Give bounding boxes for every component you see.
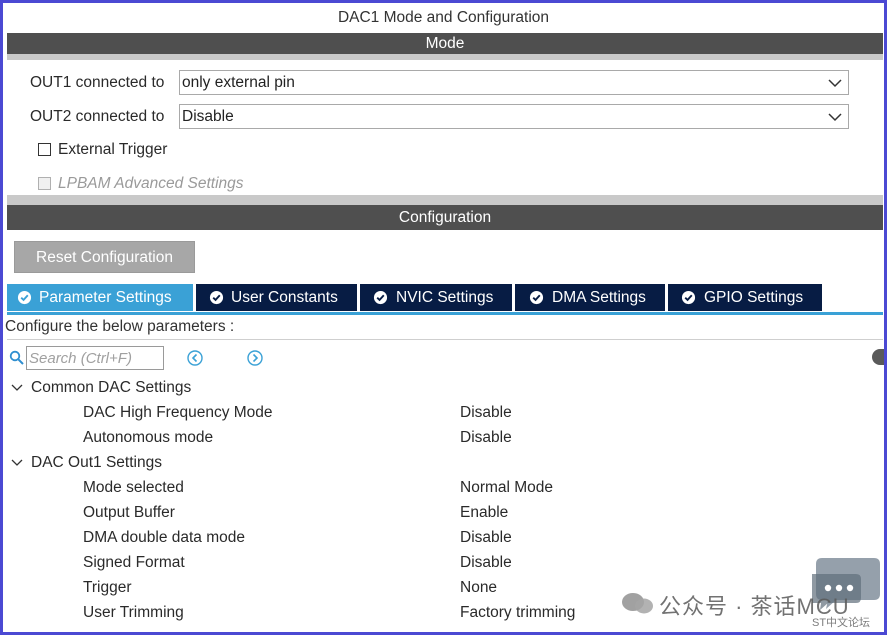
tab-label: User Constants <box>231 289 338 306</box>
tab-underline <box>7 312 883 315</box>
mode-section-header: Mode <box>7 33 883 54</box>
chevron-down-icon <box>828 79 842 88</box>
tab-parameter-settings[interactable]: Parameter Settings <box>7 284 193 311</box>
dac1-config-window: DAC1 Mode and Configuration Mode OUT1 co… <box>0 0 887 635</box>
check-circle-icon <box>373 290 388 305</box>
config-tabs: Parameter Settings User Constants NVIC S… <box>7 284 883 312</box>
out2-label: OUT2 connected to <box>30 108 165 125</box>
configuration-section-header: Configuration <box>7 205 883 230</box>
param-name: Output Buffer <box>83 504 175 521</box>
group-common-dac-settings[interactable]: Common DAC Settings <box>31 379 191 397</box>
param-value[interactable]: Normal Mode <box>460 479 553 497</box>
next-arrow-icon[interactable] <box>247 350 263 366</box>
param-value[interactable]: Disable <box>460 554 512 572</box>
check-circle-icon <box>529 290 544 305</box>
param-value[interactable]: Disable <box>460 404 512 422</box>
instruction-divider <box>7 339 883 340</box>
chevron-down-icon[interactable] <box>11 458 23 468</box>
tab-dma-settings[interactable]: DMA Settings <box>515 284 665 311</box>
tab-label: Parameter Settings <box>39 289 172 306</box>
param-value[interactable]: Factory trimming <box>460 604 575 622</box>
param-value[interactable]: Disable <box>460 429 512 447</box>
param-value[interactable]: Enable <box>460 504 508 522</box>
window-title: DAC1 Mode and Configuration <box>337 9 550 26</box>
configure-instruction: Configure the below parameters : <box>5 318 235 335</box>
mode-panel: OUT1 connected to only external pin OUT2… <box>7 60 883 195</box>
param-name: Signed Format <box>83 554 185 571</box>
check-circle-icon <box>17 290 32 305</box>
wechat-logo-icon <box>622 593 653 614</box>
param-name: Autonomous mode <box>83 429 214 446</box>
chevron-down-icon[interactable] <box>11 383 23 393</box>
param-value[interactable]: Disable <box>460 529 512 547</box>
tab-gpio-settings[interactable]: GPIO Settings <box>668 284 822 311</box>
param-name: DMA double data mode <box>83 529 245 546</box>
param-name: Mode selected <box>83 479 184 496</box>
group-dac-out1-settings[interactable]: DAC Out1 Settings <box>31 454 162 472</box>
out1-select[interactable]: only external pin <box>179 70 849 95</box>
out1-value: only external pin <box>182 74 295 91</box>
previous-arrow-icon[interactable] <box>187 350 203 366</box>
chevron-down-icon <box>828 113 842 122</box>
tab-label: DMA Settings <box>552 289 646 306</box>
check-circle-icon <box>209 290 224 305</box>
out2-select[interactable]: Disable <box>179 104 849 129</box>
tab-label: GPIO Settings <box>704 289 804 306</box>
lpbam-checkbox <box>38 177 51 190</box>
tab-user-constants[interactable]: User Constants <box>196 284 357 311</box>
section-separator <box>7 195 883 205</box>
tab-label: NVIC Settings <box>396 289 494 306</box>
param-name: DAC High Frequency Mode <box>83 404 273 421</box>
scrollbar-handle[interactable] <box>872 349 884 365</box>
tab-nvic-settings[interactable]: NVIC Settings <box>360 284 512 311</box>
search-input[interactable] <box>29 348 161 368</box>
external-trigger-checkbox[interactable] <box>38 143 51 156</box>
external-trigger-label: External Trigger <box>58 141 168 158</box>
out2-value: Disable <box>182 108 234 125</box>
reset-configuration-button[interactable]: Reset Configuration <box>14 241 195 273</box>
check-circle-icon <box>681 290 696 305</box>
param-name: Trigger <box>83 579 132 596</box>
param-name: User Trimming <box>83 604 184 621</box>
lpbam-label: LPBAM Advanced Settings <box>58 175 244 192</box>
out1-label: OUT1 connected to <box>30 74 165 91</box>
search-field[interactable] <box>26 346 164 370</box>
search-icon <box>9 350 24 365</box>
param-value[interactable]: None <box>460 579 497 597</box>
watermark-subtext: ST中文论坛 <box>812 617 871 629</box>
